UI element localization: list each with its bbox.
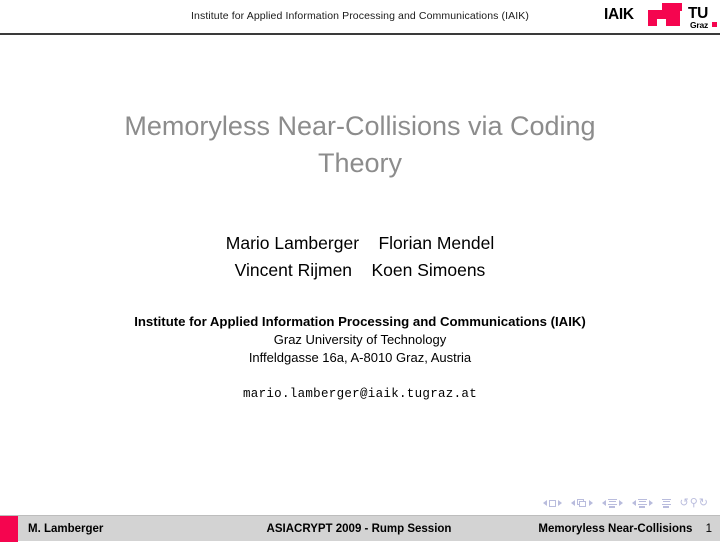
prev-slide-icon[interactable] — [542, 500, 547, 506]
author-list: Mario Lamberger Florian Mendel Vincent R… — [60, 230, 660, 284]
prev-subsection-icon[interactable] — [601, 500, 606, 506]
tugraz-mark-icon — [648, 3, 690, 26]
nav-group-subsection[interactable] — [601, 498, 623, 508]
footer-page-number: 1 — [705, 522, 712, 535]
logo-graz-text: Graz — [690, 20, 709, 30]
forward-arrow-icon[interactable]: ↻ — [699, 497, 708, 509]
nav-group-slide[interactable] — [542, 499, 562, 507]
back-arrow-icon[interactable]: ↺ — [680, 497, 689, 509]
footer-event: ASIACRYPT 2009 - Rump Session — [266, 522, 452, 535]
prev-frame-icon[interactable] — [570, 500, 575, 506]
frame-cards-icon[interactable] — [576, 498, 587, 508]
affiliation-university: Graz University of Technology — [273, 332, 447, 347]
document-lines-icon[interactable] — [661, 498, 671, 508]
nav-group-frame[interactable] — [570, 498, 593, 508]
nav-group-section[interactable] — [631, 498, 653, 508]
affiliation-institute: Institute for Applied Information Proces… — [134, 314, 586, 329]
section-lines-icon[interactable] — [637, 498, 647, 508]
nav-arrows-group[interactable]: ↺ ⚲ ↻ — [680, 497, 709, 509]
footer-title-and-page: Memoryless Near-Collisions 1 — [485, 523, 720, 535]
slide-header: Institute for Applied Information Proces… — [0, 0, 720, 35]
footer-author: M. Lamberger — [28, 522, 104, 535]
affiliation-address: Inffeldgasse 16a, A-8010 Graz, Austria — [248, 350, 472, 365]
slide-square-icon[interactable] — [548, 499, 556, 507]
next-slide-icon[interactable] — [557, 500, 562, 506]
next-section-icon[interactable] — [648, 500, 653, 506]
header-divider — [0, 33, 720, 35]
author-row: Mario Lamberger Florian Mendel — [225, 233, 495, 253]
footer-short-title: Memoryless Near-Collisions — [538, 522, 693, 535]
contact-email: mario.lamberger@iaik.tugraz.at — [242, 387, 478, 401]
logo-iaik-text: IAIK — [604, 6, 634, 23]
affiliation-block: Institute for Applied Information Proces… — [20, 313, 700, 367]
beamer-navigation-symbols[interactable]: ↺ ⚲ ↻ — [542, 496, 709, 510]
search-icon[interactable]: ⚲ — [690, 497, 698, 509]
next-frame-icon[interactable] — [588, 500, 593, 506]
title-line-2: Theory — [317, 148, 403, 178]
slide-title: Memoryless Near-Collisions via Coding Th… — [60, 108, 660, 182]
logo-graz-dot-icon — [712, 22, 717, 27]
prev-section-icon[interactable] — [631, 500, 636, 506]
iaik-tugraz-logo: IAIK TU Graz — [604, 2, 717, 32]
footer-accent-block — [0, 515, 18, 542]
author-row: Vincent Rijmen Koen Simoens — [234, 260, 486, 280]
title-line-1: Memoryless Near-Collisions via Coding — [124, 111, 596, 141]
next-subsection-icon[interactable] — [618, 500, 623, 506]
subsection-lines-icon[interactable] — [607, 498, 617, 508]
slide-footer: M. Lamberger ASIACRYPT 2009 - Rump Sessi… — [0, 515, 720, 542]
